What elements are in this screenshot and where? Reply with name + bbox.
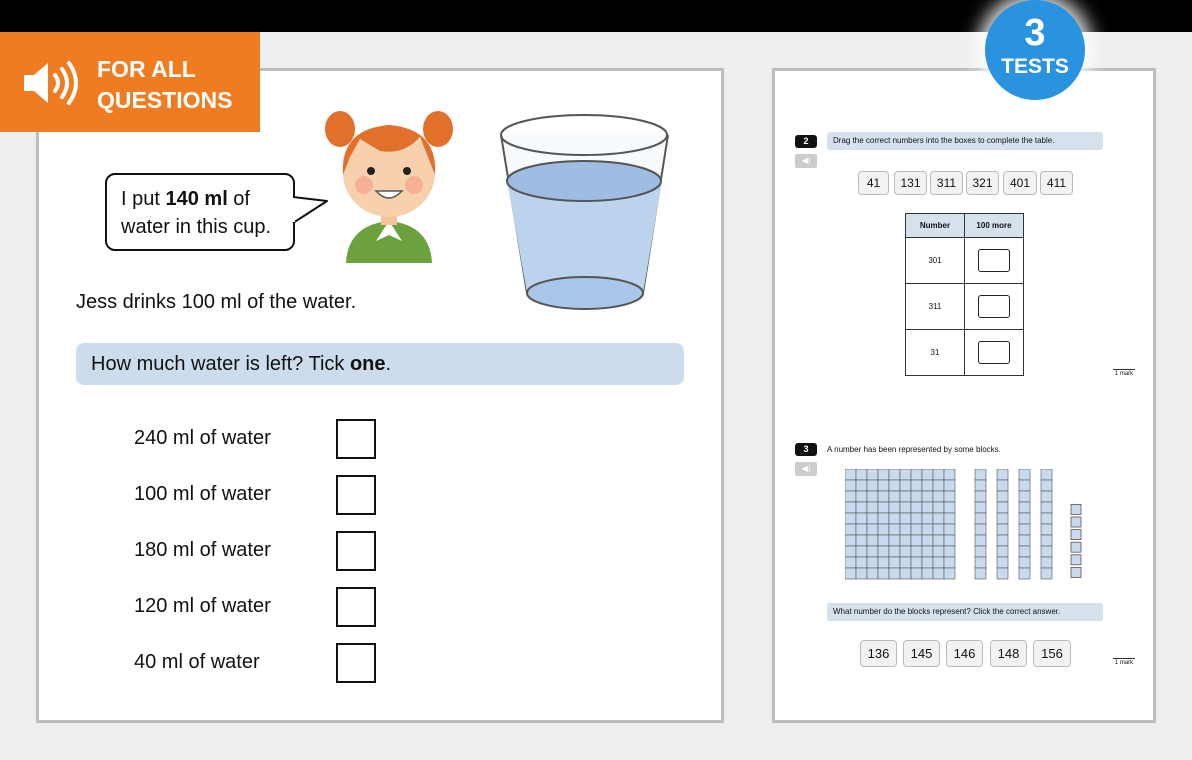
question-3-audio-button[interactable]: ◀) bbox=[795, 462, 817, 476]
banner-line2: QUESTIONS bbox=[97, 87, 233, 113]
ten-rod bbox=[996, 469, 1009, 580]
question-text-pre: How much water is left? Tick bbox=[91, 353, 350, 375]
ten-rod bbox=[1040, 469, 1053, 580]
unit-cube bbox=[1070, 529, 1082, 540]
girl-illustration bbox=[325, 111, 453, 263]
answer-choice[interactable]: 136 bbox=[860, 640, 897, 667]
answer-option[interactable]: 120 ml of water bbox=[134, 587, 379, 627]
speech-bubble-tail bbox=[289, 196, 328, 224]
speaker-icon bbox=[24, 61, 78, 105]
answer-option-label: 120 ml of water bbox=[134, 595, 271, 617]
answer-option-label: 180 ml of water bbox=[134, 539, 271, 561]
answer-option[interactable]: 40 ml of water bbox=[134, 643, 379, 683]
number-chip[interactable]: 41 bbox=[858, 171, 889, 195]
base-ten-blocks bbox=[845, 469, 1082, 580]
table-row: 311 bbox=[905, 283, 1024, 330]
question-2-mark: 1 mark bbox=[1113, 369, 1135, 377]
table-cell-number: 301 bbox=[905, 237, 965, 284]
hundred-block bbox=[845, 469, 956, 580]
speech-bubble: I put 140 ml of water in this cup. bbox=[105, 173, 295, 251]
unit-cube bbox=[1070, 567, 1082, 578]
number-chip[interactable]: 311 bbox=[930, 171, 963, 195]
question-2-instruction: Drag the correct numbers into the boxes … bbox=[827, 132, 1103, 150]
bubble-text-line2: water in this cup. bbox=[121, 216, 272, 238]
answer-option[interactable]: 180 ml of water bbox=[134, 531, 379, 571]
number-chip[interactable]: 321 bbox=[966, 171, 999, 195]
question-text-bold: one bbox=[349, 353, 386, 375]
answer-option[interactable]: 240 ml of water bbox=[134, 419, 379, 459]
question-3-mark: 1 mark bbox=[1113, 658, 1135, 666]
number-chip[interactable]: 131 bbox=[894, 171, 927, 195]
number-chip[interactable]: 401 bbox=[1003, 171, 1037, 195]
table-row: 301 bbox=[905, 237, 1024, 284]
answer-option[interactable]: 100 ml of water bbox=[134, 475, 379, 515]
question-text-post: . bbox=[385, 353, 392, 375]
question-3-prompt: What number do the blocks represent? Cli… bbox=[827, 603, 1103, 621]
audio-for-all-questions-button[interactable]: FOR ALL QUESTIONS bbox=[0, 32, 260, 132]
bubble-text-pre: I put bbox=[121, 188, 166, 210]
ten-rod bbox=[974, 469, 987, 580]
question-2-number: 2 bbox=[795, 135, 817, 148]
speaker-icon: ◀) bbox=[801, 464, 811, 473]
tests-count-badge[interactable]: 3 TESTS bbox=[985, 0, 1085, 100]
answer-option-label: 240 ml of water bbox=[134, 427, 271, 449]
tick-box[interactable] bbox=[336, 643, 376, 683]
drop-target-box[interactable] bbox=[978, 295, 1010, 318]
banner-line1: FOR ALL bbox=[97, 56, 196, 82]
answer-choice[interactable]: 156 bbox=[1033, 640, 1071, 667]
tick-box[interactable] bbox=[336, 419, 376, 459]
preview-panel: 2 ◀) Drag the correct numbers into the b… bbox=[772, 68, 1156, 723]
unit-cube bbox=[1070, 504, 1082, 515]
question-prompt: How much water is left? Tick one. bbox=[76, 343, 684, 385]
tick-box[interactable] bbox=[336, 587, 376, 627]
number-chip[interactable]: 411 bbox=[1040, 171, 1073, 195]
answer-choice[interactable]: 148 bbox=[990, 640, 1027, 667]
table-header: Number bbox=[905, 213, 965, 238]
bubble-text-post: of bbox=[227, 188, 250, 210]
hundred-more-table: Number 100 more 301 311 31 bbox=[905, 213, 1024, 376]
tick-box[interactable] bbox=[336, 475, 376, 515]
unit-cube bbox=[1070, 541, 1082, 553]
table-row: 31 bbox=[905, 329, 1024, 376]
tick-box[interactable] bbox=[336, 531, 376, 571]
answer-choice[interactable]: 145 bbox=[903, 640, 940, 667]
table-cell-number: 31 bbox=[905, 329, 965, 376]
answer-option-label: 40 ml of water bbox=[134, 651, 260, 673]
drop-target-box[interactable] bbox=[978, 249, 1010, 272]
unit-cube bbox=[1070, 554, 1082, 566]
unit-cube bbox=[1070, 516, 1082, 528]
question-3-number: 3 bbox=[795, 443, 817, 456]
table-header: 100 more bbox=[964, 213, 1024, 238]
answer-choice[interactable]: 146 bbox=[946, 640, 983, 667]
ten-rod bbox=[1018, 469, 1031, 580]
question-3-instruction: A number has been represented by some bl… bbox=[827, 445, 1001, 454]
table-cell-number: 311 bbox=[905, 283, 965, 330]
glass-of-water-illustration bbox=[500, 114, 669, 310]
statement-text: Jess drinks 100 ml of the water. bbox=[76, 291, 357, 313]
tests-count: 3 bbox=[1024, 12, 1046, 54]
answer-option-label: 100 ml of water bbox=[134, 483, 271, 505]
drop-target-box[interactable] bbox=[978, 341, 1010, 364]
question-panel: I put 140 ml of water in this cup. Jess … bbox=[36, 68, 724, 723]
question-2-audio-button[interactable]: ◀) bbox=[795, 154, 817, 168]
tests-label: TESTS bbox=[1001, 55, 1069, 78]
bubble-amount: 140 ml bbox=[165, 188, 228, 210]
banner-label: FOR ALL QUESTIONS bbox=[97, 54, 232, 116]
speaker-icon: ◀) bbox=[801, 156, 811, 165]
